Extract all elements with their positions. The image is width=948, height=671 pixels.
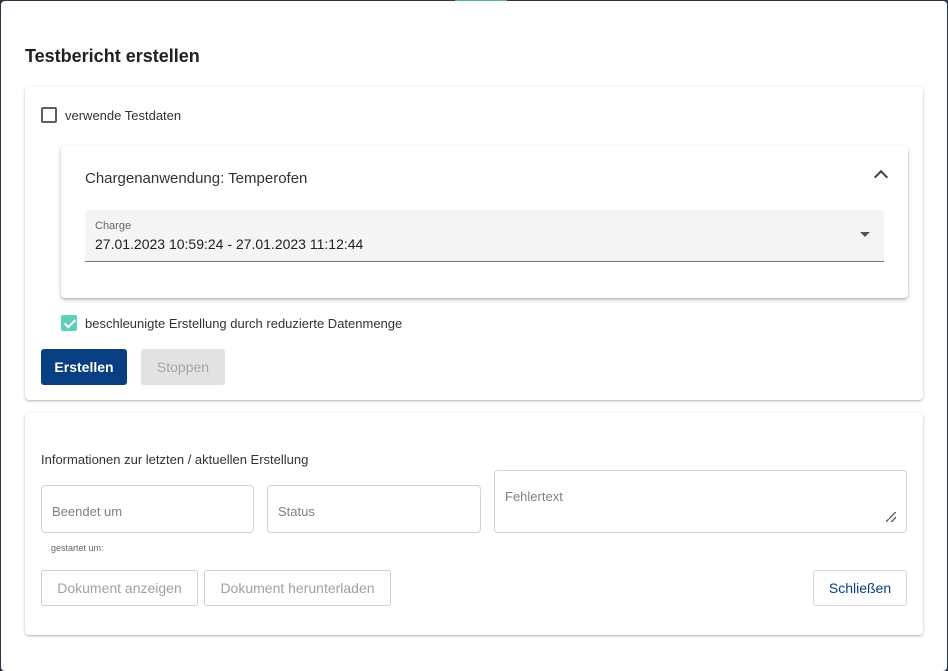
settings-card: verwende Testdaten Chargenanwendung: Tem… [25, 87, 923, 400]
resize-handle-icon[interactable] [886, 512, 896, 522]
finished-at-field[interactable]: Beendet um [41, 485, 254, 533]
finished-at-placeholder: Beendet um [52, 504, 123, 519]
chevron-up-icon[interactable] [873, 169, 889, 185]
accelerated-checkbox[interactable] [61, 315, 77, 331]
use-testdata-checkbox[interactable] [41, 107, 57, 123]
download-document-button[interactable]: Dokument herunterladen [204, 570, 391, 606]
show-document-button[interactable]: Dokument anzeigen [41, 570, 198, 606]
close-button[interactable]: Schließen [813, 570, 907, 606]
stop-button[interactable]: Stoppen [141, 349, 225, 385]
status-placeholder: Status [278, 504, 315, 519]
info-heading: Informationen zur letzten / aktuellen Er… [41, 452, 309, 467]
error-text-field[interactable]: Fehlertext [494, 470, 907, 533]
charge-select[interactable]: Charge 27.01.2023 10:59:24 - 27.01.2023 … [85, 210, 884, 262]
charge-application-panel: Chargenanwendung: Temperofen Charge 27.0… [61, 146, 908, 298]
use-testdata-option[interactable]: verwende Testdaten [41, 107, 181, 123]
accelerated-option[interactable]: beschleunigte Erstellung durch reduziert… [61, 315, 402, 331]
dialog-title: Testbericht erstellen [25, 46, 200, 66]
create-test-report-dialog: Testbericht erstellen verwende Testdaten… [1, 1, 947, 671]
use-testdata-label: verwende Testdaten [65, 107, 182, 123]
charge-select-value: 27.01.2023 10:59:24 - 27.01.2023 11:12:4… [95, 236, 364, 252]
error-text-placeholder: Fehlertext [505, 489, 563, 504]
create-button[interactable]: Erstellen [41, 349, 127, 385]
started-at-hint: gestartet um: [51, 543, 104, 553]
dropdown-arrow-icon[interactable] [860, 232, 870, 237]
accelerated-label: beschleunigte Erstellung durch reduziert… [85, 315, 403, 331]
charge-select-label: Charge [95, 220, 132, 232]
panel-title: Chargenanwendung: Temperofen [85, 170, 308, 187]
info-card: Informationen zur letzten / aktuellen Er… [25, 413, 923, 635]
status-field[interactable]: Status [267, 485, 481, 533]
